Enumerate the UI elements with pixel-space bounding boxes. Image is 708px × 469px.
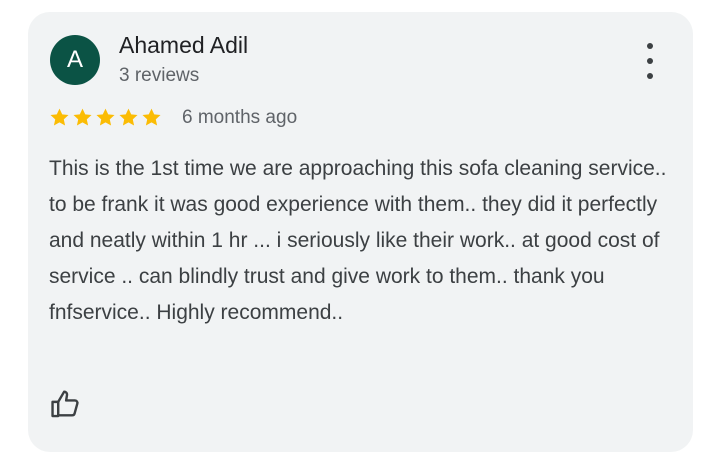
more-vert-icon[interactable] [640, 43, 660, 79]
avatar[interactable]: A [50, 35, 100, 85]
menu-dot [647, 58, 653, 64]
star-icon [119, 108, 138, 126]
avatar-initial: A [66, 46, 83, 73]
star-icon [142, 108, 161, 126]
menu-dot [647, 73, 653, 79]
thumbs-up-icon[interactable] [49, 387, 83, 421]
review-time: 6 months ago [182, 107, 298, 128]
review-text: This is the 1st time we are approaching … [49, 157, 667, 324]
star-icon [73, 108, 92, 126]
star-icon [50, 108, 69, 126]
star-rating [49, 107, 162, 128]
star-icon [96, 108, 115, 126]
reviewer-name[interactable]: Ahamed Adil [119, 32, 248, 59]
menu-dot [647, 43, 653, 49]
review-count[interactable]: 3 reviews [119, 65, 199, 87]
review-card: A Ahamed Adil 3 reviews 6 months ago Thi… [28, 12, 693, 452]
